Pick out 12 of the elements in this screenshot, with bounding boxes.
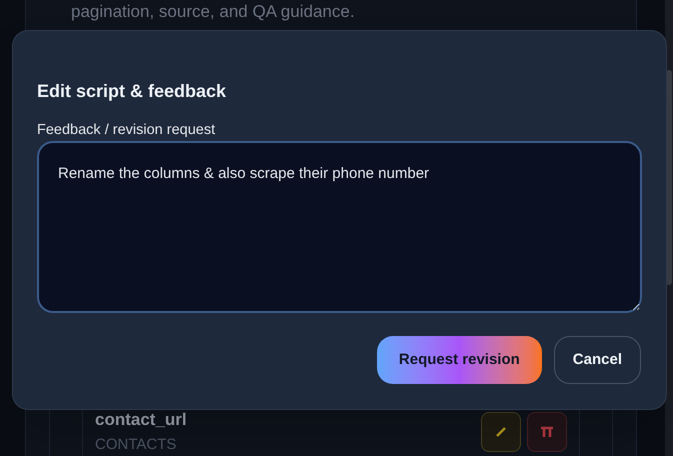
edit-button[interactable] [481, 412, 521, 452]
delete-button[interactable] [527, 412, 567, 452]
field-label: Feedback / revision request [37, 121, 216, 139]
request-revision-button[interactable]: Request revision [376, 336, 542, 384]
feedback-textarea[interactable]: Rename the columns & also scrape their phone number [37, 141, 642, 313]
dialog-title: Edit script & feedback [37, 80, 226, 103]
trash-icon [540, 426, 554, 438]
cancel-button[interactable]: Cancel [554, 336, 641, 384]
column-source: CONTACTS [95, 436, 178, 454]
pencil-icon [495, 426, 507, 438]
column-name: contact_url [95, 410, 187, 430]
description-text: pagination, source, and QA guidance. [70, 1, 356, 22]
